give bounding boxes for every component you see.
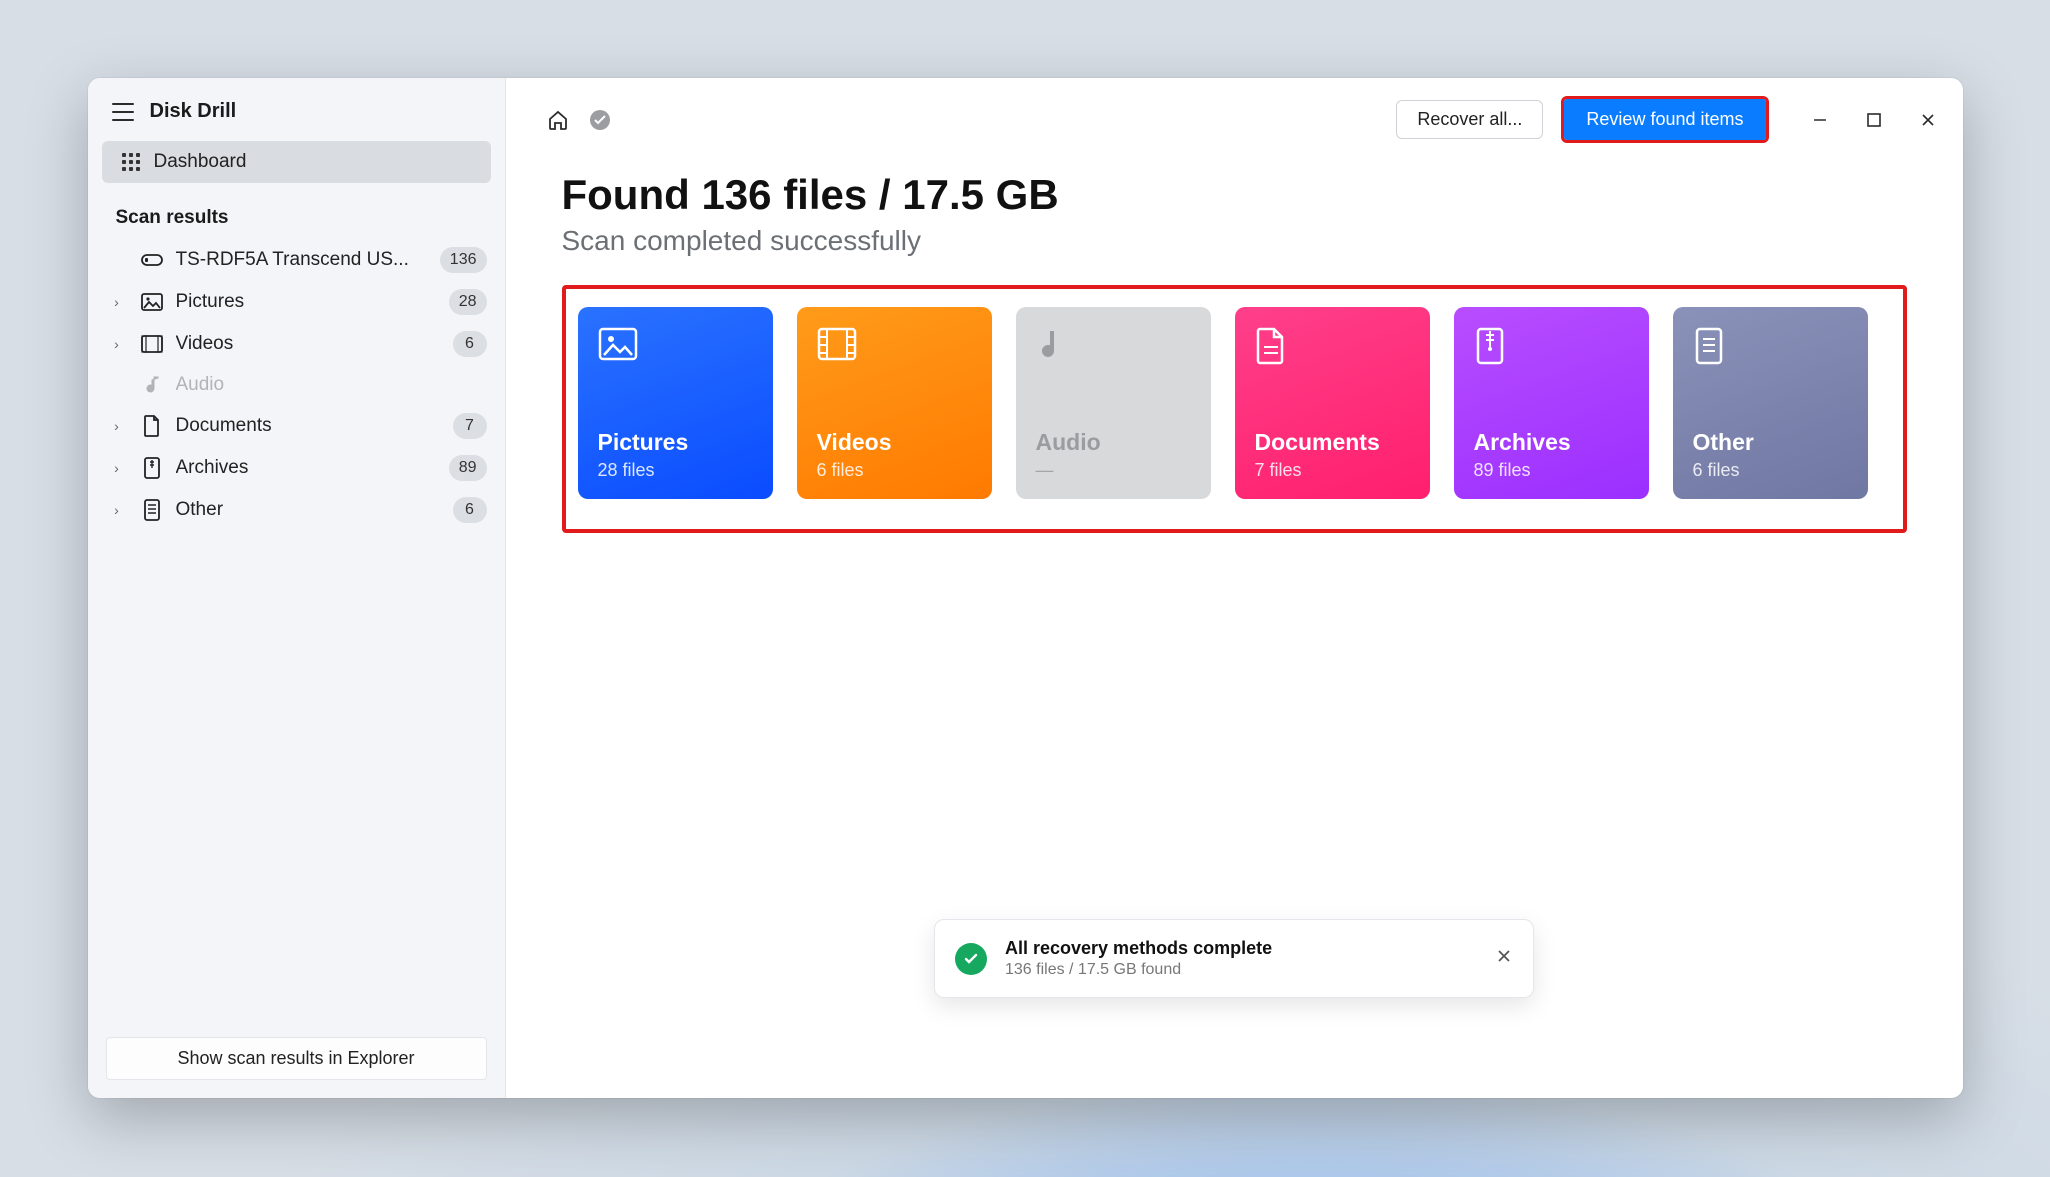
status-check-icon[interactable] [588,108,612,132]
card-title: Pictures [598,429,753,456]
window-maximize-icon[interactable] [1865,111,1883,129]
card-title: Documents [1255,429,1410,456]
card-title: Archives [1474,429,1629,456]
archive-icon [140,456,164,480]
picture-icon [598,327,638,367]
card-documents[interactable]: Documents 7 files [1235,307,1430,499]
grid-icon [122,153,140,171]
card-videos[interactable]: Videos 6 files [797,307,992,499]
archive-icon [1474,327,1514,367]
card-count: 89 files [1474,460,1629,481]
sidebar: Disk Drill Dashboard Scan results › TS-R… [88,78,506,1098]
sidebar-item-label: Audio [176,374,487,396]
success-check-icon [955,943,987,975]
card-title: Other [1693,429,1848,456]
document-icon [140,414,164,438]
sidebar-item-archives[interactable]: › Archives 89 [88,447,505,489]
home-icon[interactable] [546,108,570,132]
chevron-right-icon: › [106,502,128,518]
chevron-right-icon: › [106,294,128,310]
count-badge: 89 [449,455,487,481]
page-title: Found 136 files / 17.5 GB [562,171,1907,219]
card-title: Audio [1036,429,1191,456]
other-icon [1693,327,1733,367]
dashboard-label: Dashboard [154,151,247,173]
card-count: 7 files [1255,460,1410,481]
sidebar-item-label: Archives [176,457,437,479]
highlight-category-cards: Pictures 28 files Videos 6 files [562,285,1907,533]
audio-icon [1036,327,1076,367]
usb-drive-icon [140,248,164,272]
toolbar: Recover all... Review found items [506,78,1963,161]
toast-subtitle: 136 files / 17.5 GB found [1005,961,1477,979]
status-toast: All recovery methods complete 136 files … [934,919,1534,998]
chevron-right-icon: › [106,336,128,352]
review-found-items-button[interactable]: Review found items [1564,99,1765,140]
card-count: 6 files [1693,460,1848,481]
app-window: Disk Drill Dashboard Scan results › TS-R… [88,78,1963,1098]
recover-all-button[interactable]: Recover all... [1396,100,1543,139]
page-subtitle: Scan completed successfully [562,225,1907,257]
highlight-review-button: Review found items [1561,96,1768,143]
sidebar-header: Disk Drill [88,78,505,141]
sidebar-item-pictures[interactable]: › Pictures 28 [88,281,505,323]
sidebar-item-videos[interactable]: › Videos 6 [88,323,505,365]
card-count: 6 files [817,460,972,481]
count-badge: 7 [453,413,487,439]
app-title: Disk Drill [150,100,237,123]
card-count: — [1036,460,1191,481]
sidebar-item-label: Other [176,499,441,521]
card-title: Videos [817,429,972,456]
device-label: TS-RDF5A Transcend US... [176,249,428,271]
picture-icon [140,290,164,314]
document-icon [1255,327,1295,367]
sidebar-device-row[interactable]: › TS-RDF5A Transcend US... 136 [88,239,505,281]
card-count: 28 files [598,460,753,481]
sidebar-item-other[interactable]: › Other 6 [88,489,505,531]
count-badge: 6 [453,497,487,523]
audio-icon [140,373,164,397]
sidebar-item-label: Pictures [176,291,437,313]
chevron-right-icon: › [106,418,128,434]
window-minimize-icon[interactable] [1811,111,1829,129]
card-audio[interactable]: Audio — [1016,307,1211,499]
other-icon [140,498,164,522]
sidebar-item-documents[interactable]: › Documents 7 [88,405,505,447]
sidebar-item-label: Videos [176,333,441,355]
window-close-icon[interactable] [1919,111,1937,129]
sidebar-item-label: Documents [176,415,441,437]
card-pictures[interactable]: Pictures 28 files [578,307,773,499]
chevron-right-icon: › [106,460,128,476]
video-icon [817,327,857,367]
toast-title: All recovery methods complete [1005,938,1477,959]
device-badge: 136 [440,247,487,273]
hamburger-icon[interactable] [112,103,134,121]
sidebar-item-audio[interactable]: › Audio [88,365,505,405]
card-other[interactable]: Other 6 files [1673,307,1868,499]
sidebar-item-dashboard[interactable]: Dashboard [102,141,491,183]
main-panel: Recover all... Review found items Found … [506,78,1963,1098]
toast-close-icon[interactable] [1495,947,1513,970]
scan-results-heading: Scan results [88,183,505,239]
count-badge: 6 [453,331,487,357]
count-badge: 28 [449,289,487,315]
card-archives[interactable]: Archives 89 files [1454,307,1649,499]
video-icon [140,332,164,356]
show-in-explorer-button[interactable]: Show scan results in Explorer [106,1037,487,1080]
category-cards: Pictures 28 files Videos 6 files [578,307,1891,499]
